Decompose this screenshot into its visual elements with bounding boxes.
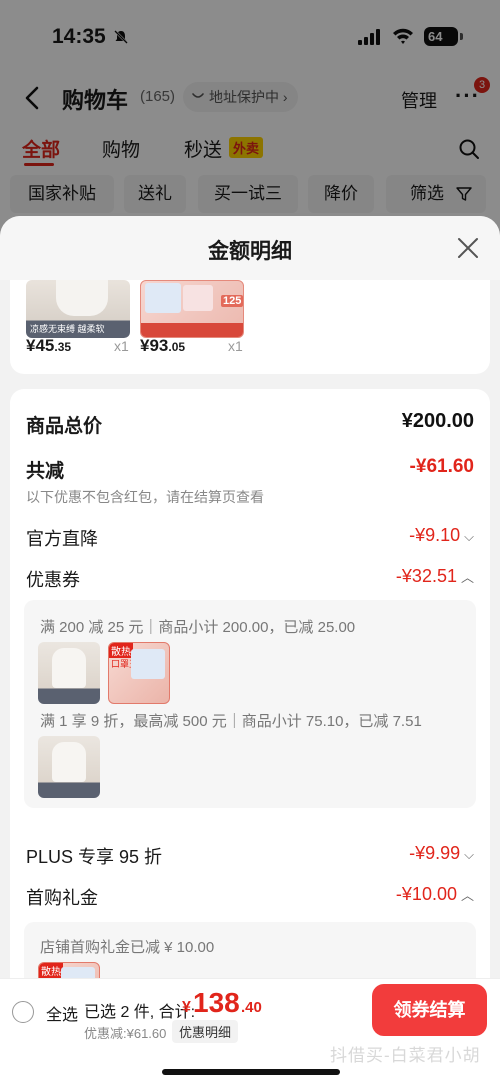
plus-discount-row[interactable]: -¥9.99 ⌵ — [409, 843, 474, 864]
mask-package — [145, 283, 181, 313]
selected-count-text: 已选 2 件, 合计: — [84, 1004, 196, 1021]
first-purchase-gift-value: -¥10.00 — [395, 884, 457, 904]
total-amount-dec: .40 — [241, 999, 262, 1016]
chevron-down-icon: ⌵ — [464, 529, 474, 544]
item-price-1: ¥45.35 — [26, 336, 71, 356]
plus-discount-label: PLUS 专享 95 折 — [26, 847, 163, 867]
product-thumb-mask[interactable]: 125 — [140, 280, 244, 338]
coupon-detail-box: 满 200 减 25 元｜商品小计 200.00，已减 25.00 散热 口罩王… — [24, 600, 476, 808]
selected-products-card: 凉感无束缚 越柔软 125 ¥45.35 x1 ¥93.05 x1 — [10, 280, 490, 374]
coupon-rule-2: 满 1 享 9 折，最高减 500 元｜商品小计 75.10，已减 7.51 — [40, 713, 422, 730]
hot-tag: 散热 — [109, 643, 133, 658]
select-all-radio[interactable] — [12, 1001, 34, 1023]
plus-discount-value: -¥9.99 — [409, 843, 461, 863]
hot-tag: 散热 — [39, 963, 63, 978]
discount-detail-button[interactable]: 优惠明细 — [172, 1020, 239, 1043]
chevron-up-icon: ︿ — [460, 570, 474, 585]
close-icon[interactable] — [456, 236, 480, 260]
coupon-thumb-mask: 散热 口罩王 — [108, 642, 170, 704]
total-price-label: 商品总价 — [26, 416, 103, 437]
official-discount-row[interactable]: -¥9.10 ⌵ — [409, 525, 474, 546]
item-price-1-int: ¥45 — [26, 336, 55, 355]
sheet-title: 金额明细 — [208, 240, 292, 263]
item-price-1-dec: .35 — [54, 340, 72, 354]
total-currency-symbol: ¥ — [182, 999, 191, 1016]
product-thumb-caption: 凉感无束缚 越柔软 — [30, 324, 105, 334]
official-discount-label: 官方直降 — [26, 529, 98, 549]
discount-summary: 优惠减:¥61.60 — [84, 1026, 167, 1041]
reduction-note: 以下优惠不包含红包，请在结算页查看 — [26, 489, 264, 505]
mask-package-2 — [183, 285, 213, 311]
chevron-up-icon: ︿ — [460, 888, 474, 903]
first-purchase-gift-label: 首购礼金 — [26, 888, 98, 908]
item-price-2-dec: .05 — [168, 340, 186, 354]
item-qty-2: x1 — [228, 338, 243, 354]
official-discount-value: -¥9.10 — [409, 525, 461, 545]
gift-detail-line: 店铺首购礼金已减 ¥ 10.00 — [40, 939, 215, 956]
chevron-down-icon: ⌵ — [464, 847, 474, 862]
coupon-value: -¥32.51 — [395, 566, 457, 586]
coupon-thumb-shirt-1 — [38, 642, 100, 704]
checkout-bar: 全选 已选 2 件, 合计: ¥ 138 .40 优惠减:¥61.60 优惠明细… — [0, 978, 500, 1083]
home-indicator[interactable] — [162, 1069, 340, 1075]
first-purchase-gift-row[interactable]: -¥10.00 ︿ — [396, 884, 474, 905]
item-qty-1: x1 — [114, 338, 129, 354]
total-amount-int: 138 — [193, 987, 240, 1018]
coupon-label: 优惠券 — [26, 570, 80, 590]
total-price-value: ¥200.00 — [401, 410, 474, 432]
coupon-rule-1: 满 200 减 25 元｜商品小计 200.00，已减 25.00 — [40, 619, 356, 636]
total-reduction-value: -¥61.60 — [409, 456, 474, 477]
product-thumb-shirt[interactable]: 凉感无束缚 越柔软 — [26, 280, 130, 338]
item-price-2: ¥93.05 — [140, 336, 185, 356]
price-detail-sheet: 金额明细 凉感无束缚 越柔软 125 ¥45.35 x1 ¥93.05 x1 商… — [0, 216, 500, 1083]
shirt-figure — [52, 648, 86, 688]
checkout-button[interactable]: 领券结算 — [372, 984, 487, 1036]
mask-package — [131, 649, 165, 679]
watermark: 抖借买-白菜君小胡 — [330, 1046, 481, 1065]
total-reduction-label: 共减 — [26, 461, 65, 482]
select-all-label[interactable]: 全选 — [46, 1001, 78, 1025]
coupon-thumb-shirt-2 — [38, 736, 100, 798]
product-thumb-price-tag: 125 — [221, 295, 243, 307]
shirt-figure — [52, 742, 86, 782]
sheet-header: 金额明细 — [0, 216, 500, 280]
item-price-2-int: ¥93 — [140, 336, 169, 355]
coupon-row[interactable]: -¥32.51 ︿ — [396, 566, 474, 587]
shirt-figure — [56, 280, 108, 316]
